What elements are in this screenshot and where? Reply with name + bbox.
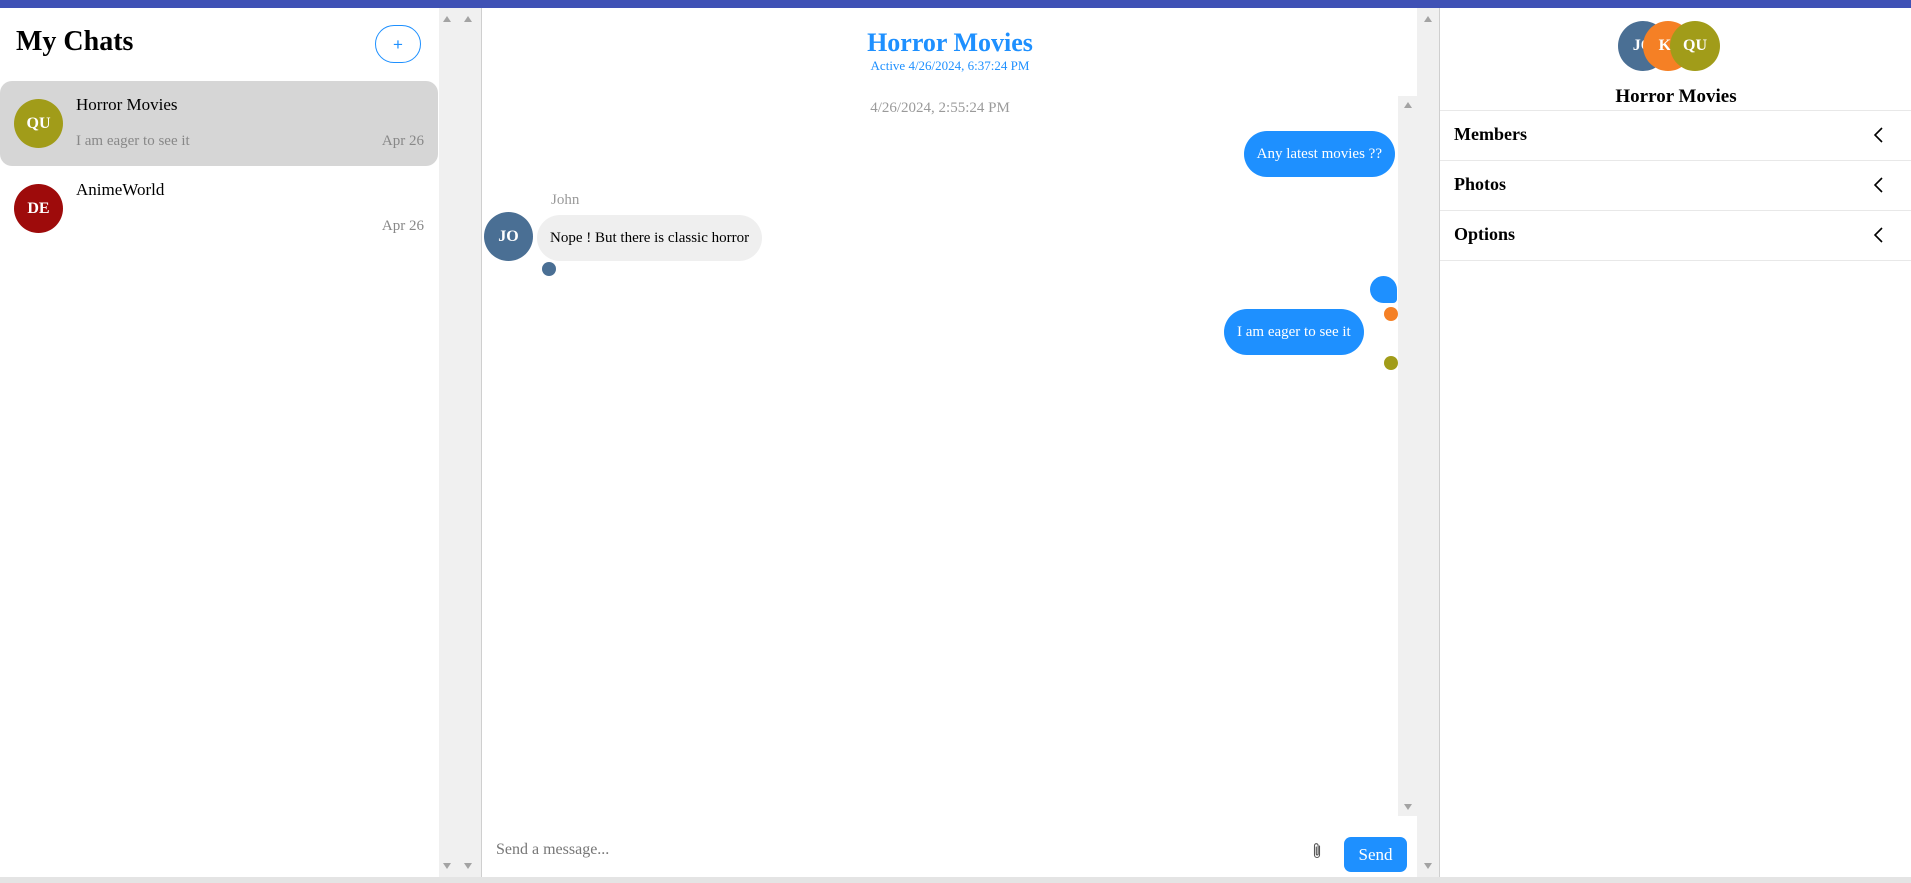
group-title: Horror Movies [1615, 86, 1737, 107]
chat-name: Horror Movies [76, 95, 178, 114]
message-bubble-outgoing: Any latest movies ?? [1243, 131, 1395, 177]
message-input[interactable] [482, 830, 1262, 870]
chevron-left-icon [1873, 177, 1883, 193]
scroll-up-icon[interactable] [443, 16, 451, 22]
chevron-left-icon [1873, 127, 1883, 143]
section-members[interactable]: Members [1440, 110, 1911, 161]
chat-item-animeworld[interactable]: DE AnimeWorld Apr 26 [0, 166, 438, 251]
message-timestamp: 4/26/2024, 2:55:24 PM [870, 100, 1010, 116]
scroll-down-icon[interactable] [1424, 863, 1432, 869]
message-bubble-outgoing [1370, 276, 1397, 303]
section-label: Options [1454, 224, 1516, 244]
conversation-status: Active 4/26/2024, 6:37:24 PM [870, 58, 1030, 73]
scroll-up-icon[interactable] [1404, 102, 1412, 108]
scroll-up-icon[interactable] [1424, 16, 1432, 22]
chat-list-title: My Chats [16, 26, 134, 57]
new-chat-button[interactable]: + [375, 25, 421, 63]
avatar: JO [484, 212, 533, 261]
avatar: DE [14, 184, 63, 233]
conversation-scrollbar[interactable] [1417, 8, 1439, 877]
conversation-panel: Horror Movies Active 4/26/2024, 6:37:24 … [481, 8, 1418, 877]
chat-list-panel: My Chats + QU Horror Movies I am eager t… [0, 8, 439, 877]
message-bubble-outgoing: I am eager to see it [1224, 309, 1364, 355]
read-receipt-avatar [1384, 307, 1398, 321]
section-options[interactable]: Options [1440, 210, 1911, 261]
messages-scrollbar[interactable] [1398, 96, 1418, 816]
sender-name: John [551, 192, 580, 208]
chat-last-message: I am eager to see it [76, 133, 190, 149]
section-photos[interactable]: Photos [1440, 160, 1911, 211]
message-bubble-incoming: Nope ! But there is classic horror [537, 215, 763, 261]
conversation-title: Horror Movies [867, 28, 1033, 57]
scroll-down-icon[interactable] [464, 863, 472, 869]
paperclip-icon[interactable] [1311, 841, 1323, 861]
app-top-bar [0, 0, 1911, 8]
chat-list-scrollbar[interactable] [439, 8, 481, 877]
scroll-up-icon[interactable] [464, 16, 472, 22]
scroll-down-icon[interactable] [443, 863, 451, 869]
divider [1440, 260, 1911, 261]
chat-date: Apr 26 [381, 133, 424, 149]
read-receipt-avatar [1384, 356, 1398, 370]
chat-date: Apr 26 [381, 218, 424, 234]
avatar: QU [1670, 21, 1720, 71]
chat-name: AnimeWorld [76, 180, 165, 199]
section-label: Members [1454, 124, 1527, 144]
chevron-left-icon [1873, 227, 1883, 243]
app-bottom-bar [0, 877, 1911, 883]
chat-item-horror-movies[interactable]: QU Horror Movies I am eager to see it Ap… [0, 81, 438, 166]
section-label: Photos [1454, 174, 1507, 194]
group-details-panel: JO KI QU Horror Movies Members Photos Op… [1439, 8, 1911, 877]
scroll-down-icon[interactable] [1404, 804, 1412, 810]
send-button[interactable]: Send [1344, 837, 1407, 872]
read-receipt-avatar [542, 262, 556, 276]
avatar: QU [14, 99, 63, 148]
